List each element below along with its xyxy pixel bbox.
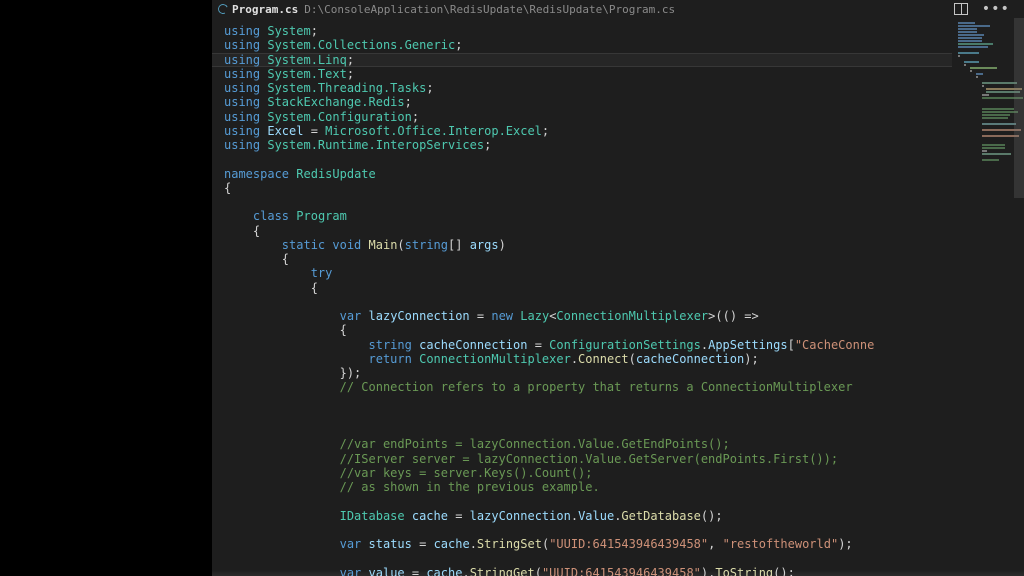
tab-bar: Program.cs D:\ConsoleApplication\RedisUp… (212, 0, 1024, 18)
editor-workspace: Program.cs D:\ConsoleApplication\RedisUp… (212, 0, 1024, 576)
bottom-edge-glow (212, 570, 1024, 576)
code-content[interactable]: using System; using System.Collections.G… (224, 24, 952, 576)
split-editor-icon[interactable] (954, 3, 968, 15)
tab-filename: Program.cs (232, 3, 298, 16)
scroll-thumb[interactable] (1014, 18, 1024, 198)
title-actions: ••• (954, 3, 1018, 15)
file-tab[interactable]: Program.cs (218, 3, 298, 16)
file-path: D:\ConsoleApplication\RedisUpdate\RedisU… (304, 3, 675, 16)
minimap[interactable] (956, 22, 1014, 202)
more-actions-icon[interactable]: ••• (982, 3, 1010, 15)
editor-area[interactable]: using System; using System.Collections.G… (212, 18, 1024, 576)
vertical-scrollbar[interactable] (1014, 18, 1024, 576)
csharp-file-icon (217, 3, 230, 16)
